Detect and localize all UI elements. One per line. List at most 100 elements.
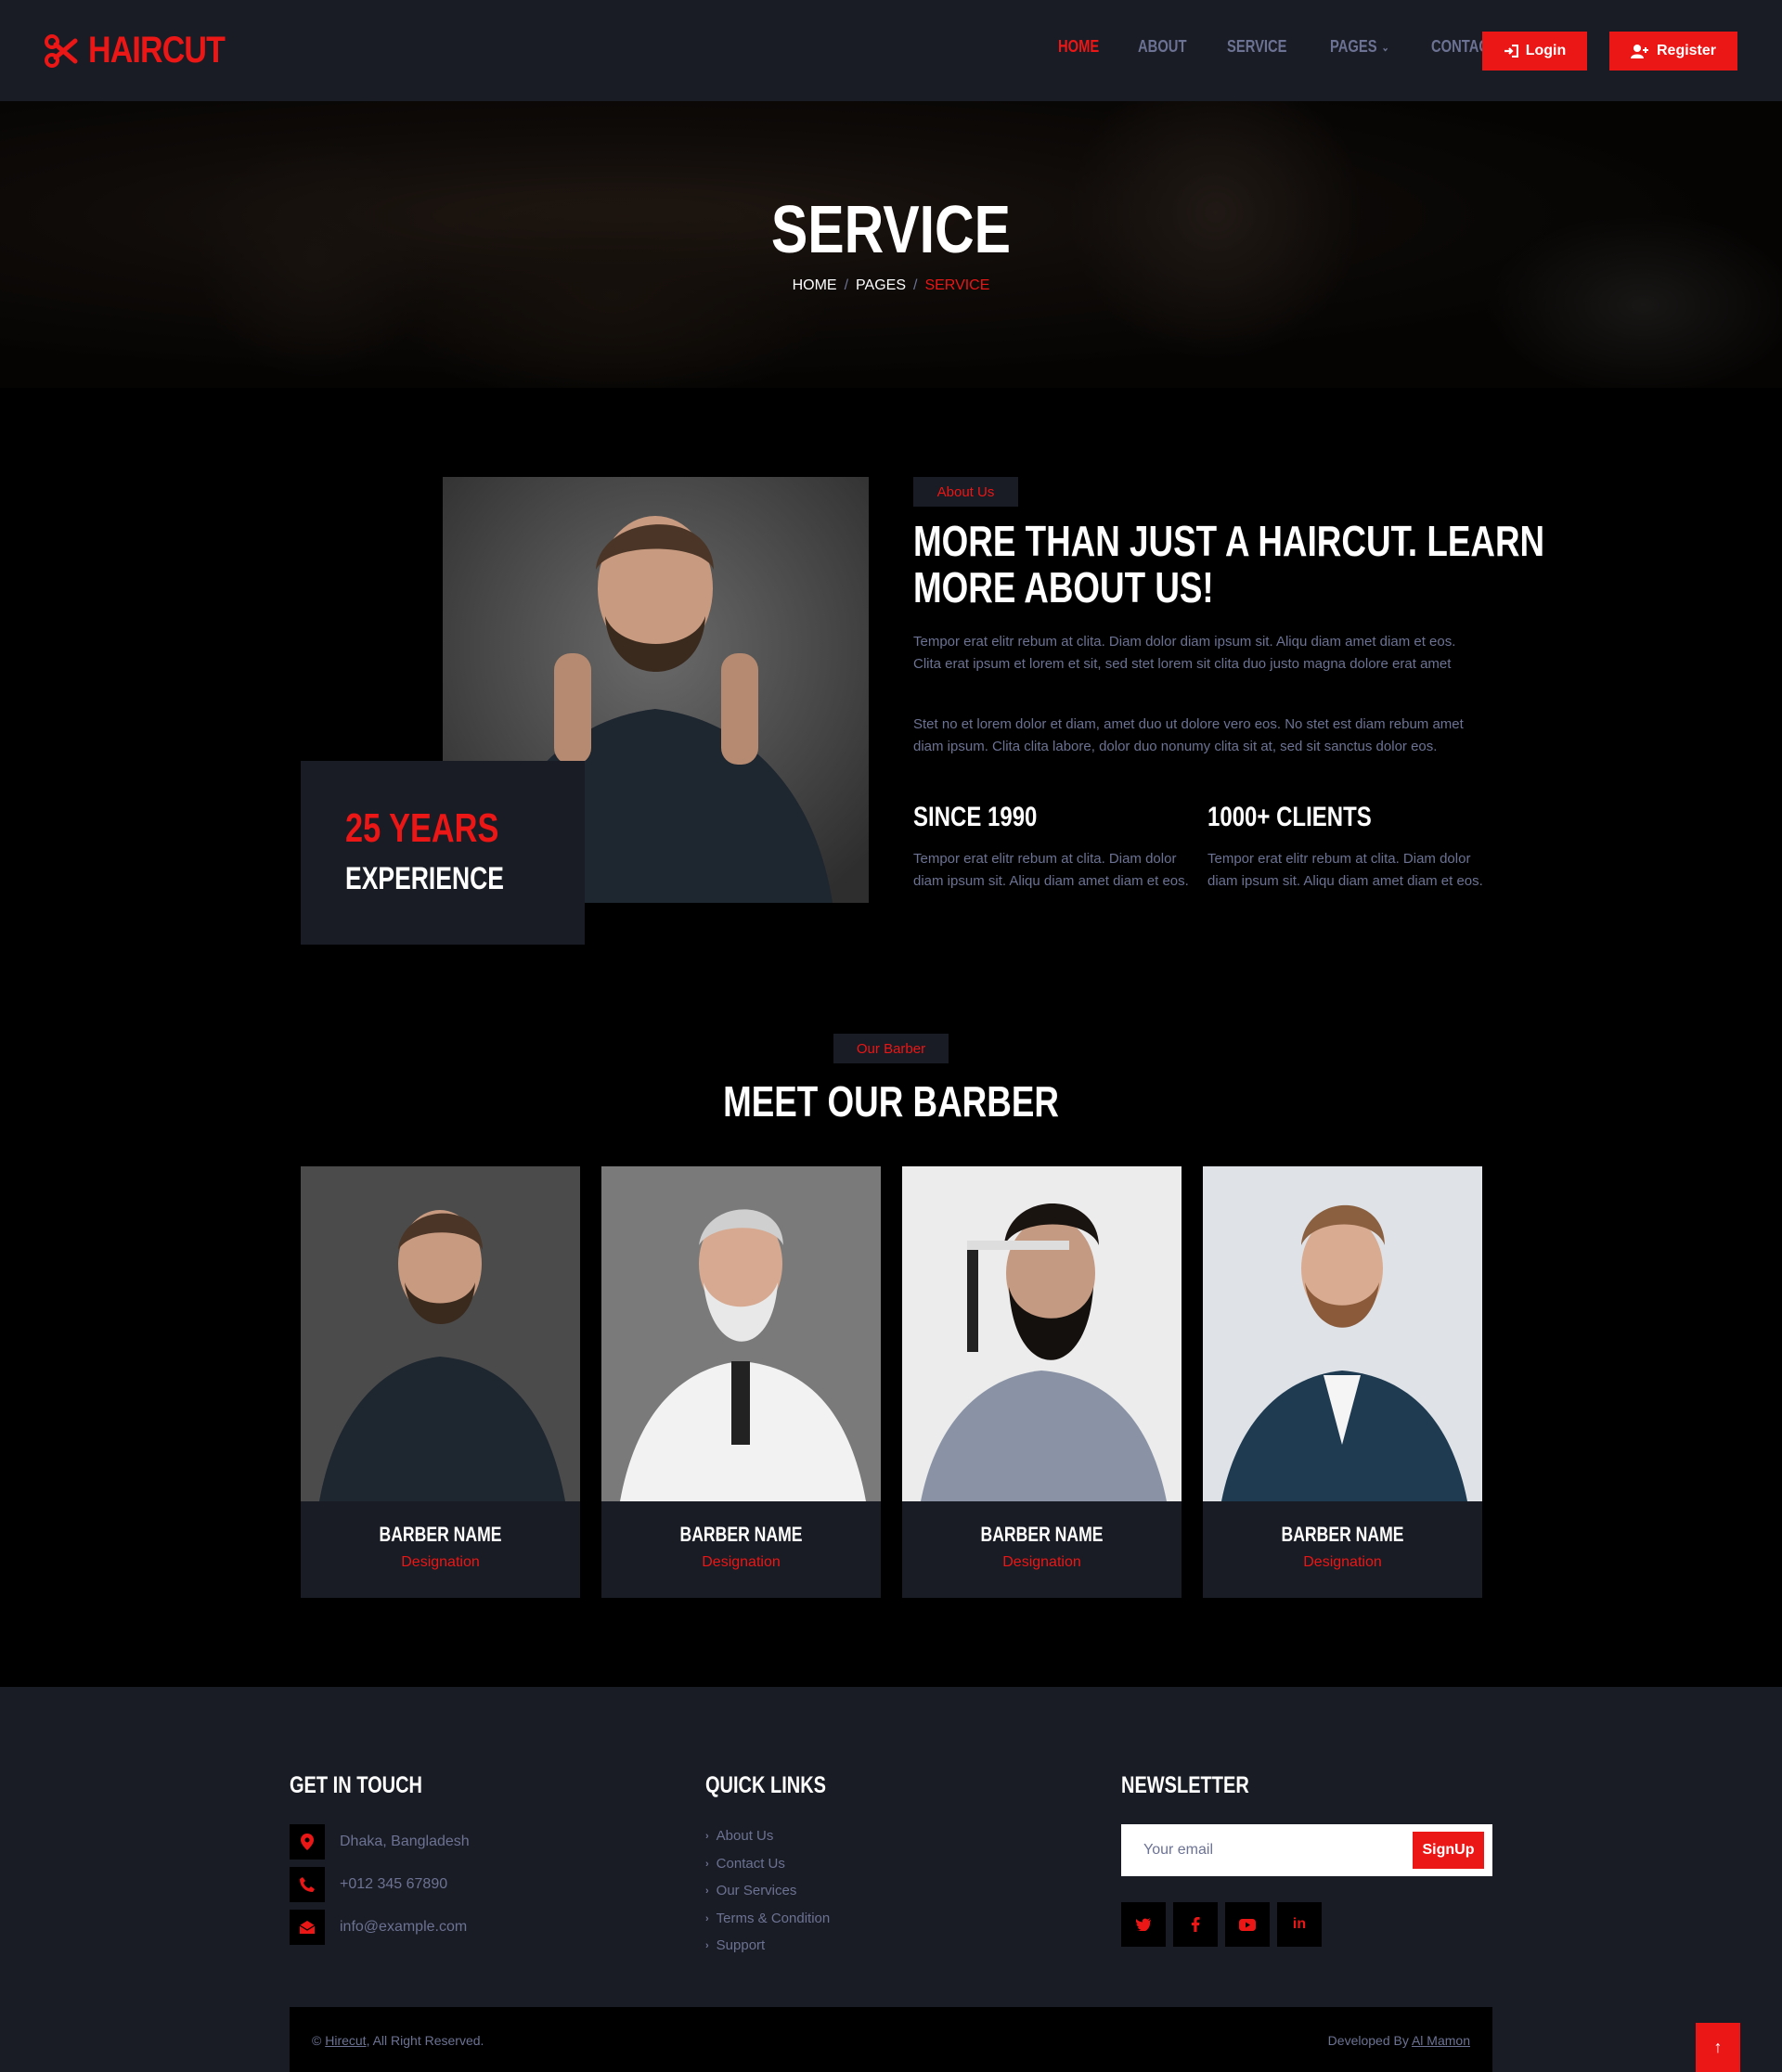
navbar: HAIRCUT HOME ABOUT SERVICE PAGES ⌄ CONTAC… <box>0 0 1782 101</box>
nav-about[interactable]: ABOUT <box>1138 37 1186 57</box>
barber-designation: Designation <box>702 1554 781 1570</box>
barber-tag: Our Barber <box>833 1034 949 1063</box>
barber-designation: Designation <box>401 1554 480 1570</box>
stat-since-text: Tempor erat elitr rebum at clita. Diam d… <box>913 851 1189 889</box>
copyright-link[interactable]: Hirecut <box>325 2033 366 2048</box>
barber-designation: Designation <box>1002 1554 1081 1570</box>
barber-name: BARBER NAME <box>379 1523 502 1546</box>
quick-link-label: Support <box>716 1937 766 1953</box>
breadcrumb-pages[interactable]: PAGES <box>856 277 906 294</box>
about-paragraph-1: Tempor erat elitr rebum at clita. Diam d… <box>913 634 1456 672</box>
newsletter-heading: NEWSLETTER <box>1121 1772 1249 1798</box>
breadcrumb-current: SERVICE <box>924 277 990 293</box>
developer-credit: Developed By Al Mamon <box>1328 2033 1470 2048</box>
page-title: SERVICE <box>770 193 1012 267</box>
quick-link-label: About Us <box>716 1828 774 1844</box>
nav-pages-label: PAGES <box>1329 37 1377 56</box>
barber-photo <box>902 1166 1182 1501</box>
phone-text: +012 345 67890 <box>340 1876 448 1892</box>
register-button[interactable]: Register <box>1609 32 1737 71</box>
barber-card[interactable]: BARBER NAME Designation <box>601 1166 881 1598</box>
facebook-icon[interactable] <box>1173 1902 1218 1947</box>
stat-since-title: SINCE 1990 <box>913 802 1038 832</box>
login-label: Login <box>1525 43 1567 58</box>
main-nav: HOME ABOUT SERVICE PAGES ⌄ CONTACT <box>1058 37 1542 57</box>
about-heading-line2: MORE ABOUT US! <box>913 563 1214 611</box>
barber-card[interactable]: BARBER NAME Designation <box>1203 1166 1482 1598</box>
quick-link[interactable]: › Terms & Condition <box>705 1911 830 1926</box>
linkedin-icon[interactable]: in <box>1277 1902 1322 1947</box>
barber-photo <box>301 1166 580 1501</box>
phone-icon <box>290 1867 325 1902</box>
barber-card[interactable]: BARBER NAME Designation <box>301 1166 580 1598</box>
stat-clients-title: 1000+ CLIENTS <box>1207 802 1372 832</box>
about-heading: MORE THAN JUST A HAIRCUT. LEARN MORE ABO… <box>913 517 1545 611</box>
signup-button[interactable]: SignUp <box>1413 1832 1484 1869</box>
login-button[interactable]: Login <box>1482 32 1587 71</box>
contact-phone: +012 345 67890 <box>290 1867 447 1902</box>
quick-link[interactable]: › Our Services <box>705 1883 796 1898</box>
newsletter-email-input[interactable] <box>1121 1824 1400 1876</box>
barber-card[interactable]: BARBER NAME Designation <box>902 1166 1182 1598</box>
page-header: SERVICE HOME / PAGES / SERVICE <box>0 101 1782 388</box>
chevron-right-icon: › <box>705 1885 709 1897</box>
quick-link-label: Our Services <box>716 1883 797 1898</box>
copyright-text: © Hirecut, All Right Reserved. <box>312 2033 484 2048</box>
chevron-down-icon: ⌄ <box>1381 40 1389 54</box>
about-heading-line1: MORE THAN JUST A HAIRCUT. LEARN <box>913 517 1545 565</box>
barber-heading: MEET OUR BARBER <box>723 1077 1059 1126</box>
copyright-suffix: , All Right Reserved. <box>366 2033 484 2048</box>
experience-years: 25 YEARS <box>345 805 499 851</box>
nav-pages-dropdown[interactable]: PAGES ⌄ <box>1330 37 1389 57</box>
quick-link[interactable]: › Support <box>705 1937 765 1953</box>
newsletter-form: SignUp <box>1121 1824 1492 1876</box>
barber-photo <box>1203 1166 1482 1501</box>
quick-link-label: Terms & Condition <box>716 1911 831 1926</box>
chevron-right-icon: › <box>705 1939 709 1951</box>
about-tag: About Us <box>913 477 1018 507</box>
barber-designation: Designation <box>1303 1554 1382 1570</box>
breadcrumb-home[interactable]: HOME <box>793 277 837 294</box>
breadcrumb-separator: / <box>913 277 918 293</box>
map-marker-icon <box>290 1824 325 1860</box>
contact-email: info@example.com <box>290 1910 467 1945</box>
experience-label: EXPERIENCE <box>345 861 504 896</box>
register-label: Register <box>1656 43 1717 58</box>
arrow-up-icon: ↑ <box>1713 2038 1723 2056</box>
footer: GET IN TOUCH Dhaka, Bangladesh +012 345 … <box>0 1687 1782 2072</box>
address-text: Dhaka, Bangladesh <box>340 1834 470 1849</box>
chevron-right-icon: › <box>705 1912 709 1924</box>
barber-name: BARBER NAME <box>1281 1523 1404 1546</box>
brand-logo[interactable]: HAIRCUT <box>44 30 249 71</box>
stat-clients-text: Tempor erat elitr rebum at clita. Diam d… <box>1207 851 1483 889</box>
user-plus-icon <box>1630 45 1648 58</box>
brand-name: HAIRCUT <box>88 30 226 71</box>
youtube-icon[interactable] <box>1225 1902 1270 1947</box>
chevron-right-icon: › <box>705 1858 709 1870</box>
breadcrumb: HOME / PAGES / SERVICE <box>0 277 1782 294</box>
about-paragraph-2: Stet no et lorem dolor et diam, amet duo… <box>913 716 1464 754</box>
quick-link[interactable]: › Contact Us <box>705 1856 785 1872</box>
quick-link-label: Contact Us <box>716 1856 785 1872</box>
experience-badge: 25 YEARS EXPERIENCE <box>301 761 585 945</box>
envelope-icon <box>290 1910 325 1945</box>
barber-photo <box>601 1166 881 1501</box>
scissors-icon <box>45 33 78 68</box>
nav-service[interactable]: SERVICE <box>1227 37 1287 57</box>
quick-link[interactable]: › About Us <box>705 1828 773 1844</box>
contact-address: Dhaka, Bangladesh <box>290 1824 470 1860</box>
quick-links-heading: QUICK LINKS <box>705 1772 826 1798</box>
back-to-top-button[interactable]: ↑ <box>1696 2023 1740 2072</box>
email-text: info@example.com <box>340 1919 468 1935</box>
developer-prefix: Developed By <box>1327 2033 1412 2048</box>
get-in-touch-heading: GET IN TOUCH <box>290 1772 422 1798</box>
nav-home[interactable]: HOME <box>1058 37 1099 57</box>
chevron-right-icon: › <box>705 1830 709 1842</box>
copyright-symbol: © <box>312 2033 326 2048</box>
developer-link[interactable]: Al Mamon <box>1412 2033 1470 2048</box>
sign-in-icon <box>1504 45 1518 58</box>
twitter-icon[interactable] <box>1121 1902 1166 1947</box>
barber-name: BARBER NAME <box>679 1523 803 1546</box>
barber-name: BARBER NAME <box>980 1523 1104 1546</box>
copyright-bar: © Hirecut, All Right Reserved. Developed… <box>290 2007 1492 2072</box>
